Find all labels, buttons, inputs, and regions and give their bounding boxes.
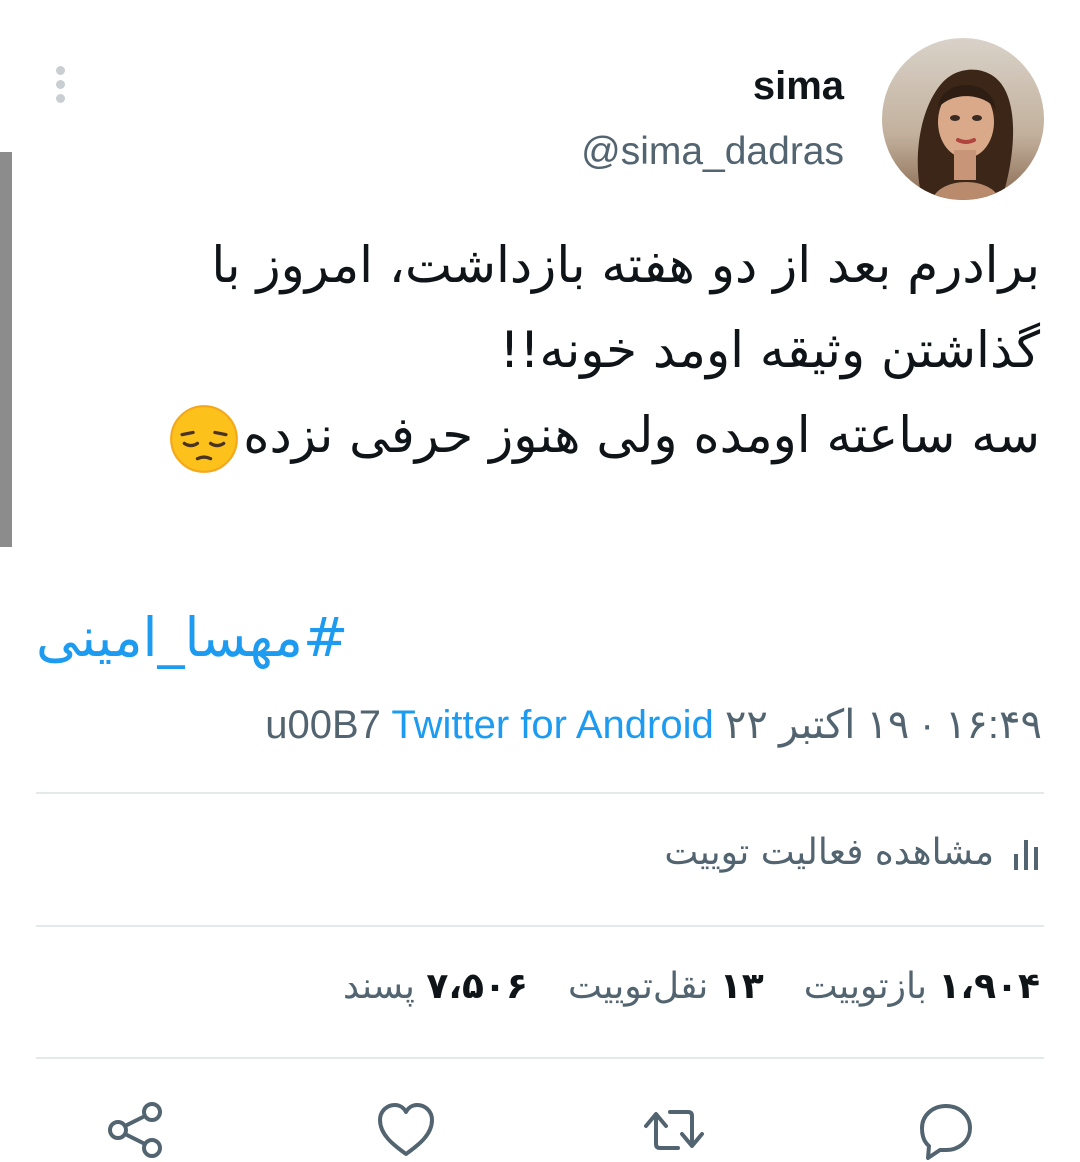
view-activity-label: مشاهده فعالیت توییت (664, 832, 994, 873)
view-tweet-activity[interactable]: مشاهده فعالیت توییت (664, 832, 1040, 873)
likes-label: پسند (343, 966, 415, 1007)
retweet-icon[interactable] (642, 1098, 706, 1162)
tweet-line-3: سه ساعته اومده ولی هنوز حرفی نزده (30, 378, 1040, 493)
quotes-label: نقل‌توییت (567, 966, 709, 1007)
divider (36, 925, 1044, 927)
quotes-stat[interactable]: ۱۳ نقل‌توییت (568, 966, 764, 1007)
retweets-count: ۱،۹۰۴ (938, 966, 1040, 1007)
likes-stat[interactable]: ۷،۵۰۶ پسند (343, 966, 528, 1007)
share-icon[interactable] (104, 1098, 168, 1162)
meta-separator: u00B7 (265, 703, 381, 747)
tweet-meta: ۱۶:۴۹ · ۱۹ اکتبر ۲۲ u00B7 Twitter for An… (265, 702, 1042, 748)
retweets-stat[interactable]: ۱،۹۰۴ بازتوییت (804, 966, 1040, 1007)
like-icon[interactable] (374, 1098, 438, 1162)
more-options-icon[interactable] (52, 66, 68, 110)
dot (55, 80, 65, 89)
dot (55, 66, 65, 75)
hashtag-link[interactable]: #مهسا_امینی (36, 606, 348, 669)
tweet-source[interactable]: Twitter for Android (391, 703, 713, 747)
likes-count: ۷،۵۰۶ (426, 966, 528, 1007)
divider (36, 792, 1044, 794)
retweets-label: بازتوییت (803, 966, 927, 1007)
user-handle[interactable]: @sima_dadras (581, 130, 844, 174)
scroll-indicator (0, 152, 12, 547)
avatar[interactable] (882, 38, 1044, 200)
pensive-face-icon (170, 404, 239, 473)
quotes-count: ۱۳ (719, 966, 764, 1007)
tweet-time: ۱۶:۴۹ · ۱۹ اکتبر ۲۲ (724, 703, 1042, 747)
divider (36, 1057, 1044, 1059)
tweet-stats: ۱،۹۰۴ بازتوییت ۱۳ نقل‌توییت ۷،۵۰۶ پسند (343, 966, 1040, 1007)
reply-icon[interactable] (914, 1098, 978, 1162)
tweet-text: برادرم بعد از دو هفته بازداشت، امروز با … (30, 208, 1040, 493)
display-name[interactable]: sima (753, 64, 844, 109)
tweet-line-3-text: سه ساعته اومده ولی هنوز حرفی نزده (243, 406, 1040, 464)
analytics-icon (1014, 839, 1038, 870)
dot (55, 94, 65, 103)
